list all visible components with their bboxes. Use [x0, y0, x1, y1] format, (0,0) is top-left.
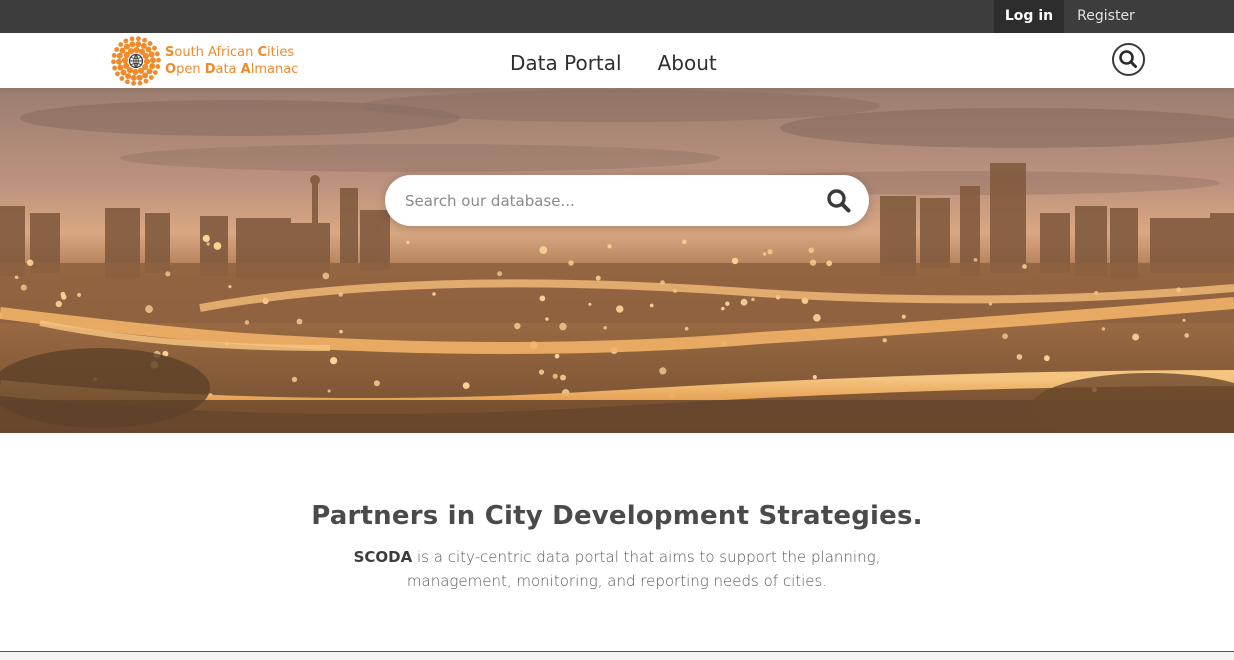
logo-text-part: outh African — [174, 45, 258, 60]
hero-banner — [0, 88, 1234, 433]
logo-text-part: lmanac — [250, 62, 299, 77]
nav-item-about[interactable]: About — [648, 33, 727, 88]
top-utility-bar: Log in Register — [0, 0, 1234, 33]
intro-body-text: is a city-centric data portal that aims … — [406, 548, 881, 590]
brand-name: SCODA — [353, 548, 413, 566]
site-logo[interactable]: South African Cities Open Data Almanac — [111, 36, 311, 86]
logo-initial: A — [240, 62, 251, 77]
intro-description: SCODA is a city-centric data portal that… — [337, 545, 897, 593]
primary-nav: Data Portal About — [500, 33, 743, 88]
nav-search-button[interactable] — [1112, 43, 1145, 76]
hero-search-input[interactable] — [405, 175, 815, 226]
logo-text-part: ata — [215, 62, 241, 77]
logo-initial: D — [204, 62, 216, 77]
logo-initial: S — [165, 45, 175, 60]
footer-strip — [0, 652, 1234, 660]
logo-wordmark: South African Cities Open Data Almanac — [165, 44, 311, 78]
main-navbar: South African Cities Open Data Almanac D… — [0, 33, 1234, 88]
logo-text-part: ities — [267, 45, 295, 60]
nav-item-data-portal[interactable]: Data Portal — [500, 33, 632, 88]
hero-search-box — [385, 175, 869, 226]
login-link[interactable]: Log in — [994, 0, 1064, 33]
register-link[interactable]: Register — [1066, 0, 1146, 33]
intro-section: Partners in City Development Strategies.… — [0, 433, 1234, 651]
search-icon[interactable] — [825, 187, 853, 215]
intro-heading: Partners in City Development Strategies. — [311, 501, 923, 531]
search-icon — [1119, 50, 1137, 68]
hero-city-image — [0, 88, 1234, 433]
logo-initial: C — [257, 45, 268, 60]
logo-globe-icon — [111, 36, 161, 86]
logo-initial: O — [165, 62, 177, 77]
logo-line-1: South African Cities — [165, 44, 311, 61]
logo-text-part: pen — [176, 62, 205, 77]
logo-line-2: Open Data Almanac — [165, 61, 311, 78]
